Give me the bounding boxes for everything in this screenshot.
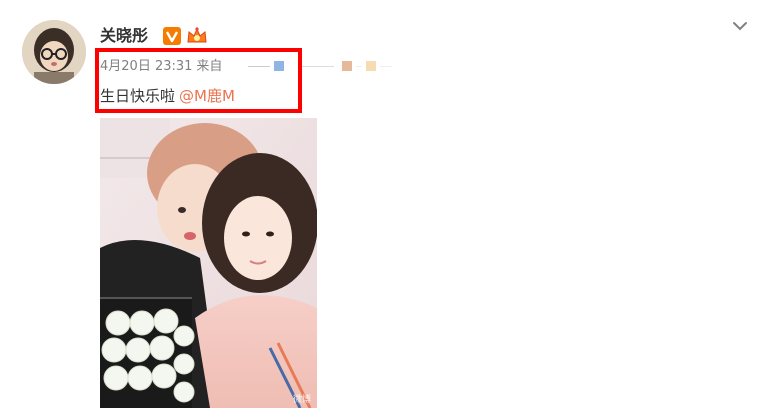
photo-watermark: 微博 [292,395,311,405]
highlight-box [95,48,302,113]
verified-v-badge-icon [163,27,181,45]
avatar[interactable] [22,20,86,84]
author-name[interactable]: 关晓彤 [100,26,148,46]
post-photo[interactable]: 微博 [100,118,317,408]
crown-badge-icon[interactable] [185,26,209,46]
chevron-down-icon[interactable] [731,18,749,32]
blurred-decoration [300,59,392,73]
